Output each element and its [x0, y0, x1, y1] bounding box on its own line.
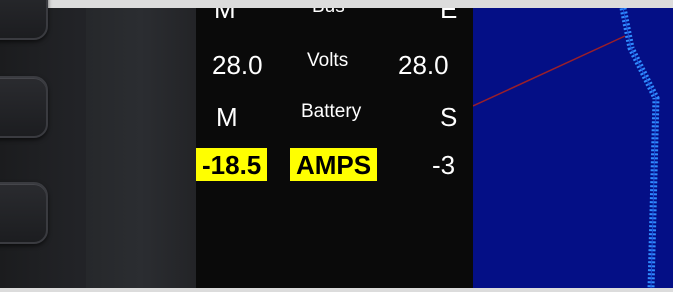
- volts-label: Volts: [307, 50, 349, 71]
- bezel-rail: [86, 8, 196, 288]
- screen-frame: M Bus E 28.0 Volts 28.0 M Battery S -18.…: [0, 0, 673, 292]
- elec-display: M Bus E 28.0 Volts 28.0 M Battery S -18.…: [196, 8, 473, 288]
- bus-essential-label: E: [440, 8, 458, 24]
- course-line: [619, 8, 660, 288]
- softkey-top-button[interactable]: [0, 0, 48, 40]
- ess-bus-volts-value: 28.0: [398, 50, 449, 80]
- softkey-middle-button[interactable]: [0, 76, 48, 138]
- main-battery-amps-value: -18.5: [196, 148, 268, 181]
- softkey-bottom-button[interactable]: [0, 182, 48, 244]
- bearing-line: [473, 35, 626, 107]
- moving-map[interactable]: [473, 8, 673, 288]
- bus-label: Bus: [312, 8, 345, 18]
- battery-label: Battery: [301, 101, 362, 122]
- left-bezel: [0, 0, 196, 288]
- map-graphics: [473, 8, 660, 288]
- amps-label: AMPS: [290, 148, 378, 181]
- standby-battery-amps-value: -3: [432, 150, 456, 180]
- main-bus-volts-value: 28.0: [212, 50, 263, 80]
- bus-main-label: M: [214, 8, 236, 24]
- battery-standby-label: S: [440, 102, 458, 132]
- battery-main-label: M: [216, 102, 238, 132]
